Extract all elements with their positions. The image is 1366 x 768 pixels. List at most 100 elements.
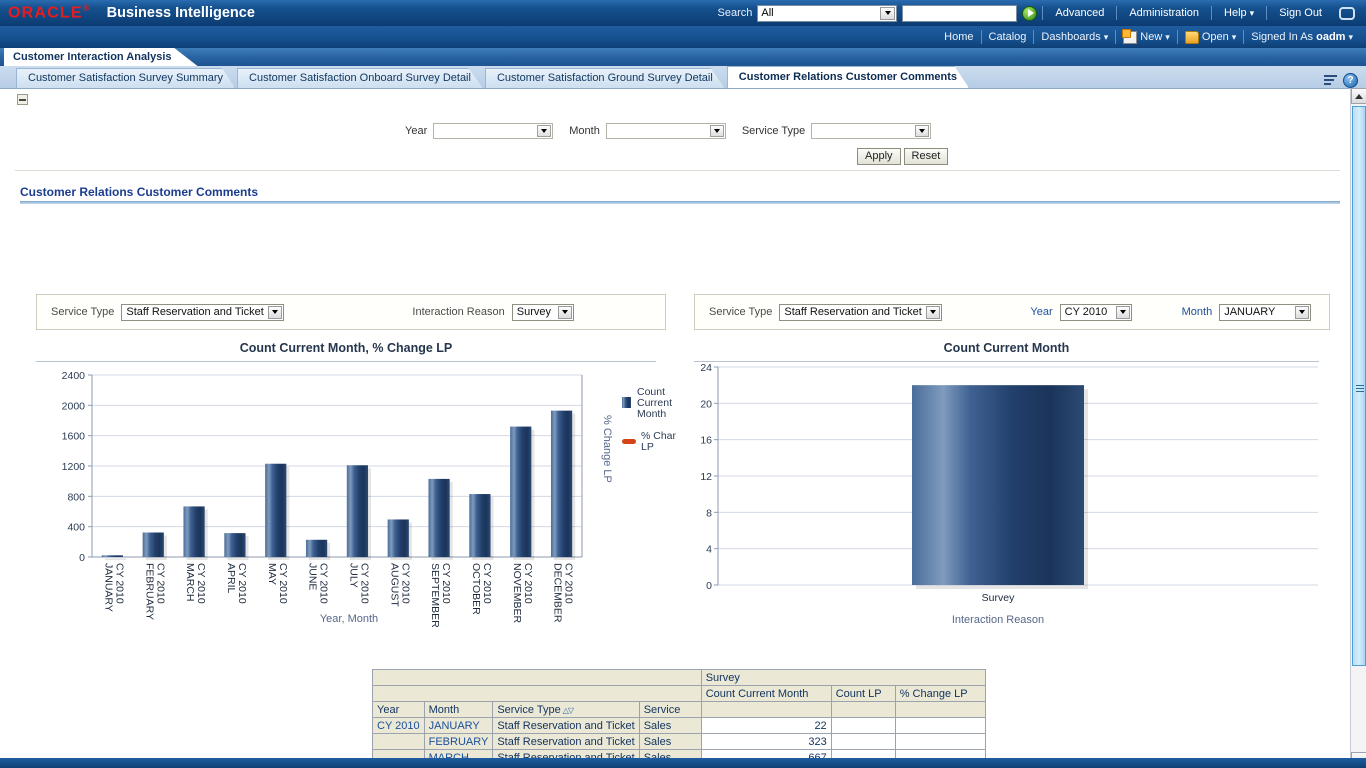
svg-text:JANUARY: JANUARY	[102, 563, 114, 612]
pivot-dimension-header-month[interactable]: Month	[424, 702, 493, 718]
cell-month[interactable]: FEBRUARY	[424, 734, 493, 750]
advanced-link[interactable]: Advanced	[1048, 7, 1111, 19]
tab-customer-satisfaction-ground-survey-detail[interactable]: Customer Satisfaction Ground Survey Deta…	[485, 68, 725, 88]
collapse-prompt-button[interactable]	[17, 94, 28, 105]
left-interaction-reason-label: Interaction Reason	[412, 306, 504, 318]
right-year-select[interactable]: CY 2010	[1060, 304, 1132, 321]
cell-count-current-month: 22	[701, 718, 831, 734]
right-chart-canvas[interactable]: 04812162024SurveyInteraction Reason	[694, 339, 1334, 639]
nav-open[interactable]: Open▾	[1178, 31, 1243, 44]
minus-icon	[19, 99, 26, 101]
svg-text:LP: LP	[641, 441, 654, 453]
new-document-icon	[1123, 31, 1137, 44]
right-service-type-label: Service Type	[709, 306, 772, 318]
chevron-down-icon[interactable]	[1295, 306, 1309, 319]
cell-service-type: Staff Reservation and Ticket	[493, 718, 639, 734]
svg-text:0: 0	[79, 552, 85, 564]
cell-year[interactable]: CY 2010	[373, 718, 425, 734]
prompt-month-select[interactable]	[606, 123, 726, 139]
pivot-blank-measure-header	[831, 702, 895, 718]
prompt-year-select[interactable]	[433, 123, 553, 139]
dashboard-title-bar: Customer Interaction Analysis	[0, 48, 1366, 66]
svg-text:FEBRUARY: FEBRUARY	[143, 563, 155, 620]
cell-year	[373, 734, 425, 750]
table-row[interactable]: CY 2010JANUARYStaff Reservation and Tick…	[373, 718, 986, 734]
svg-text:APRIL: APRIL	[225, 563, 237, 594]
right-year-label: Year	[1030, 306, 1052, 318]
scrollbar-thumb[interactable]	[1352, 106, 1366, 666]
pivot-dimension-header-service[interactable]: Service	[639, 702, 701, 718]
oracle-logo: ORACLE®	[8, 3, 91, 22]
apply-button[interactable]: Apply	[857, 148, 901, 165]
divider	[1211, 6, 1212, 20]
right-bar-chart: Count Current Month 04812162024SurveyInt…	[694, 339, 1334, 649]
table-row[interactable]: FEBRUARYStaff Reservation and TicketSale…	[373, 734, 986, 750]
chevron-down-icon[interactable]	[1116, 306, 1130, 319]
chevron-down-icon[interactable]	[710, 125, 724, 137]
chevron-down-icon[interactable]	[915, 125, 929, 137]
pivot-dimension-header-service-type[interactable]: Service Type△▽	[493, 702, 639, 718]
dashboard-name: Customer Interaction Analysis	[4, 48, 198, 66]
right-month-select[interactable]: JANUARY	[1219, 304, 1311, 321]
search-go-icon[interactable]	[1022, 6, 1037, 21]
help-icon[interactable]: ?	[1343, 73, 1358, 88]
svg-text:12: 12	[700, 471, 712, 483]
chevron-down-icon[interactable]	[537, 125, 551, 137]
right-service-type-select[interactable]: Staff Reservation and Ticket	[779, 304, 942, 321]
svg-text:Month: Month	[637, 408, 666, 420]
search-input[interactable]	[902, 5, 1017, 22]
prompt-filters: Year Month Service Type	[405, 123, 931, 139]
tab-customer-satisfaction-survey-summary[interactable]: Customer Satisfaction Survey Summary	[16, 68, 235, 88]
svg-text:NOVEMBER: NOVEMBER	[511, 563, 523, 624]
divider	[1116, 6, 1117, 20]
prompt-service-type-label: Service Type	[742, 125, 805, 137]
administration-link[interactable]: Administration	[1122, 7, 1206, 19]
search-scope-select[interactable]: All	[757, 5, 897, 22]
chevron-down-icon[interactable]	[268, 306, 282, 319]
tab-customer-relations-customer-comments[interactable]: Customer Relations Customer Comments	[727, 66, 969, 88]
chevron-down-icon: ▾	[1165, 32, 1170, 43]
tab-customer-satisfaction-onboard-survey-detail[interactable]: Customer Satisfaction Onboard Survey Det…	[237, 68, 483, 88]
report-title: Customer Relations Customer Comments	[20, 185, 258, 199]
nav-dashboards[interactable]: Dashboards▾	[1034, 31, 1115, 43]
left-interaction-reason-select[interactable]: Survey	[512, 304, 574, 321]
search-label: Search	[718, 7, 753, 19]
chevron-down-icon[interactable]	[926, 306, 940, 319]
right-chart-title: Count Current Month	[694, 341, 1319, 355]
svg-text:OCTOBER: OCTOBER	[470, 563, 482, 615]
report-title-rule	[20, 201, 1340, 204]
svg-text:JUNE: JUNE	[307, 563, 319, 590]
left-chart-canvas[interactable]: 04008001200160020002400CY 2010JANUARYCY …	[36, 339, 676, 629]
right-chart-rule	[694, 361, 1319, 362]
nav-catalog[interactable]: Catalog	[982, 31, 1034, 43]
page-options-icon[interactable]	[1324, 74, 1339, 87]
svg-text:1200: 1200	[62, 461, 86, 473]
sign-out-link[interactable]: Sign Out	[1272, 7, 1329, 19]
folder-open-icon	[1185, 31, 1199, 44]
prompt-year-label: Year	[405, 125, 427, 137]
pivot-measure-group-header: Survey	[701, 670, 985, 686]
sort-asc-desc-icon[interactable]: △▽	[563, 706, 573, 715]
cell-pct-change-lp	[895, 718, 985, 734]
pivot-dimension-header-year[interactable]: Year	[373, 702, 425, 718]
help-menu[interactable]: Help▾	[1217, 7, 1261, 19]
divider	[1042, 6, 1043, 20]
chevron-down-icon[interactable]	[880, 7, 895, 20]
cell-month[interactable]: JANUARY	[424, 718, 493, 734]
dashboard-content: Year Month Service Type Apply Reset Cust…	[0, 88, 1350, 768]
user-avatar-icon[interactable]	[1339, 7, 1355, 20]
svg-text:% Change LP: % Change LP	[601, 415, 613, 483]
vertical-scrollbar[interactable]	[1350, 88, 1366, 768]
left-service-type-select[interactable]: Staff Reservation and Ticket	[121, 304, 284, 321]
right-report-filter-bar: Service Type Staff Reservation and Ticke…	[694, 294, 1330, 330]
nav-new[interactable]: New▾	[1116, 31, 1177, 44]
pivot-measure-header: Count Current Month	[701, 686, 831, 702]
scroll-up-icon[interactable]	[1351, 88, 1366, 104]
nav-home[interactable]: Home	[937, 31, 980, 43]
prompt-service-type-select[interactable]	[811, 123, 931, 139]
svg-text:DECEMBER: DECEMBER	[552, 563, 564, 623]
reset-button[interactable]: Reset	[904, 148, 949, 165]
svg-text:MARCH: MARCH	[184, 563, 196, 602]
chevron-down-icon[interactable]	[558, 306, 572, 319]
signed-in-as[interactable]: Signed In As oadm▾	[1244, 31, 1360, 43]
